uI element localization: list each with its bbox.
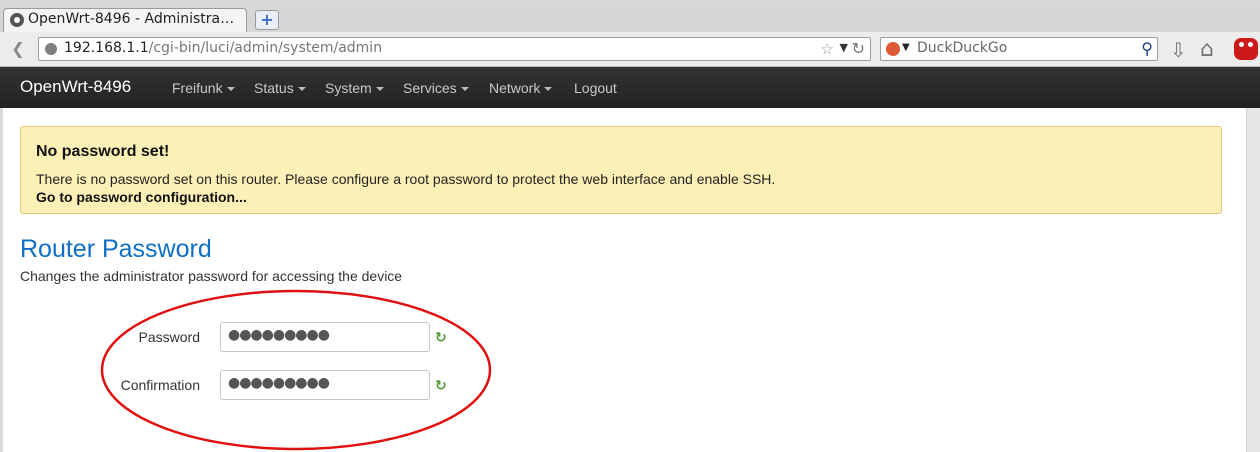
annotation-ellipse-shape xyxy=(100,289,492,451)
red-annotation-ellipse xyxy=(100,289,492,451)
